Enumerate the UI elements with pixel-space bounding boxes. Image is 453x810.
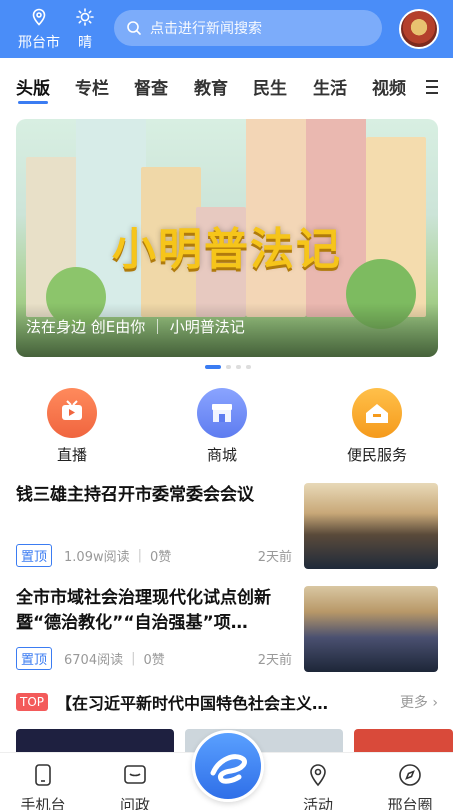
news-item[interactable]: 全市市域社会治理现代化试点创新暨“德治教化”“自治强基”项… 置顶 6704阅读… (16, 586, 438, 676)
nav-label: 邢台圈 (387, 796, 433, 810)
store-icon (197, 388, 247, 438)
location-label: 邢台市 (18, 35, 60, 51)
center-home-button[interactable] (192, 730, 264, 802)
tab-inspection[interactable]: 督查 (134, 74, 168, 99)
topic-title: 【在习近平新时代中国特色社会主义… (56, 694, 329, 713)
tab-video[interactable]: 视频 (372, 74, 406, 99)
compass-icon (399, 764, 421, 786)
pinned-badge: 置顶 (16, 544, 53, 567)
quick-link-service[interactable]: 便民服务 (327, 388, 427, 465)
location-pin-icon (310, 764, 326, 787)
news-meta: 置顶 1.09w阅读 | 0赞 2天前 (16, 544, 296, 567)
news-title: 钱三雄主持召开市委常委会会议 (16, 485, 254, 505)
location-pin-icon (32, 8, 46, 26)
nav-mobile-tv[interactable]: 手机台 (13, 763, 73, 810)
tab-column[interactable]: 专栏 (75, 74, 109, 99)
banner-caption: 法在身边 创E由你 ｜ 小明普法记 (26, 318, 245, 336)
quick-link-mall[interactable]: 商城 (172, 388, 272, 465)
weather-label: 晴 (78, 35, 92, 51)
news-meta: 置顶 6704阅读 | 0赞 2天前 (16, 647, 296, 670)
search-bar[interactable]: 点击进行新闻搜索 (114, 10, 382, 46)
nav-label: 手机台 (20, 796, 66, 810)
like-count: 0赞 (149, 550, 172, 565)
active-tab-indicator (18, 101, 48, 104)
sun-icon (76, 8, 94, 26)
quick-link-label: 便民服务 (346, 446, 407, 464)
like-count: 0赞 (143, 653, 165, 668)
tab-headline[interactable]: 头版 (16, 74, 50, 99)
search-placeholder: 点击进行新闻搜索 (150, 21, 262, 37)
tab-menu-icon[interactable] (426, 80, 438, 98)
location-button[interactable]: 邢台市 (14, 8, 64, 52)
tab-life[interactable]: 生活 (313, 74, 347, 99)
news-item[interactable]: 钱三雄主持召开市委常委会会议 置顶 1.09w阅读 | 0赞 2天前 (16, 483, 438, 573)
chevron-right-icon: › (432, 695, 438, 711)
nav-label: 活动 (302, 796, 333, 810)
home-icon (352, 388, 402, 438)
top-badge: TOP (16, 693, 49, 711)
category-tabs: 头版 专栏 督查 教育 民生 生活 视频 (0, 58, 453, 108)
news-thumbnail (304, 483, 438, 569)
e-logo-icon (210, 754, 247, 784)
banner-caption-overlay: 法在身边 创E由你 ｜ 小明普法记 (16, 303, 438, 357)
top-bar: 邢台市 晴 点击进行新闻搜索 (0, 0, 453, 58)
news-title: 全市市域社会治理现代化试点创新暨“德治教化”“自治强基”项… (16, 588, 271, 633)
news-time: 2天前 (257, 653, 292, 668)
phone-icon (35, 764, 51, 786)
tab-livelihood[interactable]: 民生 (253, 74, 287, 99)
quick-link-label: 直播 (56, 446, 87, 464)
quick-link-live[interactable]: 直播 (22, 388, 122, 465)
nav-xingtai-circle[interactable]: 邢台圈 (380, 763, 440, 810)
more-link[interactable]: 更多 › (400, 692, 438, 712)
weather-widget[interactable]: 晴 (72, 8, 98, 52)
quick-link-label: 商城 (206, 446, 237, 464)
nav-inquiry[interactable]: 问政 (105, 763, 165, 810)
search-icon (127, 21, 141, 35)
user-avatar[interactable] (399, 9, 439, 49)
pinned-badge: 置顶 (16, 647, 53, 670)
topic-bar[interactable]: TOP 【在习近平新时代中国特色社会主义… 更多 › (16, 690, 438, 714)
carousel-indicator (205, 365, 251, 369)
message-icon (124, 765, 146, 784)
tab-education[interactable]: 教育 (194, 74, 228, 99)
news-thumbnail (304, 586, 438, 672)
news-time: 2天前 (257, 550, 292, 565)
nav-label: 问政 (119, 796, 150, 810)
nav-activity[interactable]: 活动 (288, 763, 348, 810)
tv-icon (47, 388, 97, 438)
banner-carousel[interactable]: 小明普法记 法在身边 创E由你 ｜ 小明普法记 (16, 119, 438, 357)
banner-title: 小明普法记 (112, 224, 342, 275)
read-count: 6704阅读 (64, 653, 124, 668)
more-label: 更多 (399, 695, 428, 711)
read-count: 1.09w阅读 (64, 550, 130, 565)
